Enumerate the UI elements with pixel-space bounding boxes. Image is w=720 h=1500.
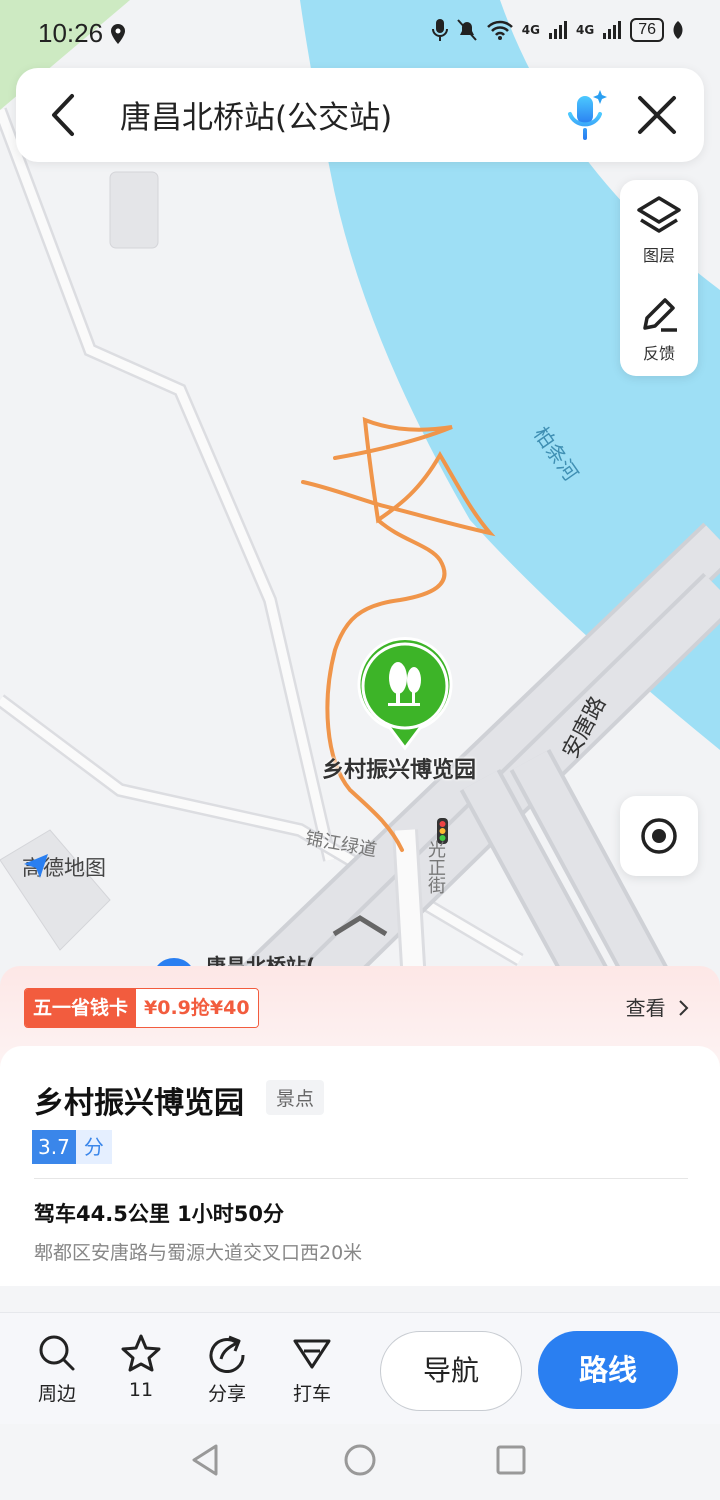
promo-tag-right: ¥0.9抢¥40 (136, 989, 258, 1027)
feedback-pen-icon (643, 298, 677, 332)
leaf-icon (673, 21, 683, 39)
promo-tag-left: 五一省钱卡 (25, 989, 137, 1027)
promo-view-link[interactable]: 查看 (626, 992, 690, 1021)
search-icon (39, 1335, 75, 1371)
system-nav-bar (0, 1424, 720, 1496)
rating-badge: 3.7 分 (32, 1130, 112, 1164)
feedback-label: 反馈 (642, 344, 675, 363)
amap-logo-icon (24, 854, 48, 878)
promo-tag[interactable]: 五一省钱卡 ¥0.9抢¥40 (24, 988, 259, 1028)
wifi-icon (486, 20, 513, 40)
poi-label[interactable]: 乡村振兴博览园 (322, 752, 476, 784)
share-label: 分享 (207, 1383, 246, 1405)
star-icon (121, 1334, 161, 1372)
nearby-button[interactable]: 周边 (22, 1333, 92, 1406)
close-icon[interactable] (636, 94, 678, 136)
search-bar[interactable]: 唐昌北桥站(公交站) (16, 68, 704, 162)
action-bar: 周边 11 分享 打车 导航 路线 (0, 1312, 720, 1425)
map-tools-panel: 图层 反馈 (620, 180, 698, 376)
route-button[interactable]: 路线 (538, 1331, 678, 1409)
location-icon (111, 24, 126, 44)
status-icons: 4G 4G 76 (431, 18, 684, 42)
network-2-label: 4G (576, 23, 595, 37)
nearby-label: 周边 (37, 1383, 76, 1405)
layers-icon (637, 196, 681, 233)
poi-marker[interactable] (357, 637, 453, 751)
network-1-label: 4G (521, 23, 540, 37)
status-time: 10:26 (38, 18, 126, 49)
favorite-count: 11 (128, 1379, 154, 1401)
navigate-button[interactable]: 导航 (380, 1331, 522, 1411)
signal-icon-2 (603, 21, 622, 39)
place-name: 乡村振兴博览园 (34, 1086, 244, 1121)
locate-icon (641, 818, 677, 854)
taxi-label: 打车 (292, 1383, 331, 1405)
home-nav-icon[interactable] (344, 1444, 376, 1476)
taxi-icon (293, 1339, 331, 1369)
favorite-button[interactable]: 11 (106, 1333, 176, 1401)
status-bar: 10:26 4G 4G 76 (0, 0, 720, 70)
feedback-button[interactable]: 反馈 (620, 292, 698, 364)
divider (34, 1178, 688, 1179)
street-label: 光正街 (425, 840, 446, 894)
share-icon (209, 1335, 245, 1373)
address-text[interactable]: 郫都区安唐路与蜀源大道交叉口西20米 (34, 1238, 362, 1265)
mic-status-icon (431, 19, 448, 41)
recents-nav-icon[interactable] (496, 1445, 526, 1475)
locate-button[interactable] (620, 796, 698, 876)
drive-info: 驾车44.5公里 1小时50分 (34, 1202, 284, 1226)
view-label: 查看 (625, 996, 666, 1020)
battery-indicator: 76 (630, 18, 664, 42)
layers-label: 图层 (642, 246, 675, 265)
rating-score: 3.7 (32, 1130, 76, 1164)
voice-search-icon[interactable] (564, 88, 608, 142)
amap-watermark: 高德地图 (22, 852, 106, 882)
back-nav-icon[interactable] (192, 1444, 218, 1476)
place-card[interactable]: 乡村振兴博览园 景点 3.7 分 驾车44.5公里 1小时50分 郫都区安唐路与… (0, 1046, 720, 1286)
time-text: 10:26 (38, 18, 104, 48)
signal-icon (549, 21, 567, 39)
search-title[interactable]: 唐昌北桥站(公交站) (120, 92, 392, 137)
back-icon[interactable] (46, 92, 86, 138)
taxi-button[interactable]: 打车 (277, 1333, 347, 1406)
layers-button[interactable]: 图层 (620, 194, 698, 266)
chevron-right-icon (679, 1000, 689, 1016)
rating-unit: 分 (75, 1130, 112, 1164)
category-badge: 景点 (266, 1080, 325, 1115)
share-button[interactable]: 分享 (192, 1333, 262, 1406)
mute-icon (457, 19, 477, 41)
